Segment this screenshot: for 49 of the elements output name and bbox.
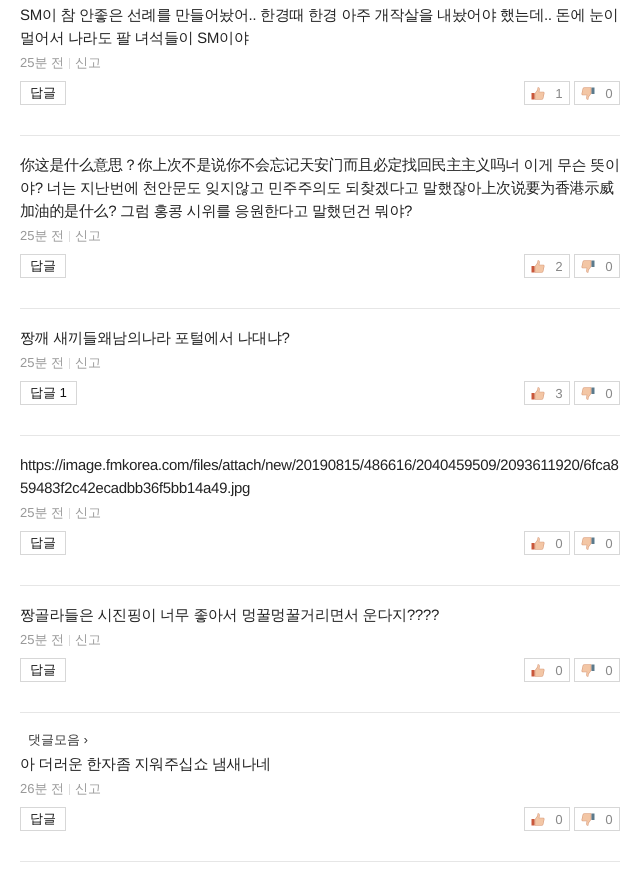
like-button[interactable]: 1: [524, 81, 570, 105]
comment-text: 你这是什么意思？你上次不是说你不会忘记天安门而且必定找回民主主义吗너 이게 무슨 뜻이야? 너는 지난번에 천안문도 잊지않고 민주주의도 되찾겠다고 말했잖아上次说要为香港示威加油的是什么? 그럼 홍콩 시위를 응원한다고 말했던건 뭐야?: [20, 156, 620, 222]
comment-collection-link[interactable]: 댓글모음 ›: [28, 731, 88, 749]
thumbs-down-icon: [581, 386, 596, 400]
thumbs-up-icon: [531, 536, 546, 550]
report-link[interactable]: 신고: [75, 54, 102, 72]
thumbs-down-icon: [581, 812, 596, 826]
thumbs-down-icon: [581, 86, 596, 100]
thumbs-up-icon: [531, 812, 546, 826]
reply-button[interactable]: 답글: [20, 807, 66, 831]
dislike-button[interactable]: 0: [574, 658, 620, 682]
like-button[interactable]: 3: [524, 381, 570, 405]
thumbs-down-icon: [581, 664, 596, 676]
report-link[interactable]: 신고: [75, 354, 102, 372]
comment-text: https://image.fmkorea.com/files/attach/new/20190815/486616/2040459509/2093611920/6fca859483f2c42ecadbb36f5bb14a49.jpg: [20, 456, 620, 499]
thumbs-down-icon: [581, 260, 596, 272]
reply-button[interactable]: 답글: [20, 531, 66, 555]
dislike-button[interactable]: 0: [574, 531, 620, 555]
comment-text: 짱골라들은 시진핑이 너무 좋아서 멍꿀멍꿀거리면서 운다지????: [20, 606, 440, 626]
thumbs-up-icon: [531, 260, 546, 272]
dislike-button[interactable]: 0: [574, 807, 620, 831]
dislike-button[interactable]: 0: [574, 81, 620, 105]
report-link[interactable]: 신고: [75, 504, 102, 522]
thumbs-up-icon: [531, 86, 546, 100]
reply-button[interactable]: 답글 1: [20, 381, 77, 405]
comment-text: 아 더러운 한자좀 지워주십쇼 냄새나네: [20, 755, 272, 775]
like-button[interactable]: 2: [524, 254, 570, 278]
thumbs-down-icon: [581, 536, 596, 550]
comment-time: 26분 전: [20, 780, 64, 798]
reply-button[interactable]: 답글: [20, 81, 66, 105]
report-link[interactable]: 신고: [75, 631, 102, 649]
comment-time: 25분 전: [20, 631, 64, 649]
like-button[interactable]: 0: [524, 658, 570, 682]
dislike-button[interactable]: 0: [574, 254, 620, 278]
comment-text: SM이 참 안좋은 선례를 만들어놨어.. 한경때 한경 아주 개작살을 내놨어야 했는데.. 돈에 눈이 멀어서 나라도 팔 녀석들이 SM이야: [20, 6, 620, 49]
reply-button[interactable]: 답글: [20, 254, 66, 278]
report-link[interactable]: 신고: [75, 227, 102, 245]
like-button[interactable]: 0: [524, 807, 570, 831]
dislike-button[interactable]: 0: [574, 381, 620, 405]
comment-time: 25분 전: [20, 504, 64, 522]
comment-time: 25분 전: [20, 354, 64, 372]
reply-button[interactable]: 답글: [20, 658, 66, 682]
report-link[interactable]: 신고: [75, 780, 102, 798]
like-button[interactable]: 0: [524, 531, 570, 555]
thumbs-up-icon: [531, 386, 546, 400]
comment-time: 25분 전: [20, 54, 64, 72]
comment-time: 25분 전: [20, 227, 64, 245]
thumbs-up-icon: [531, 664, 546, 676]
comment-text: 짱깨 새끼들왜남의나라 포털에서 나대냐?: [20, 329, 291, 349]
